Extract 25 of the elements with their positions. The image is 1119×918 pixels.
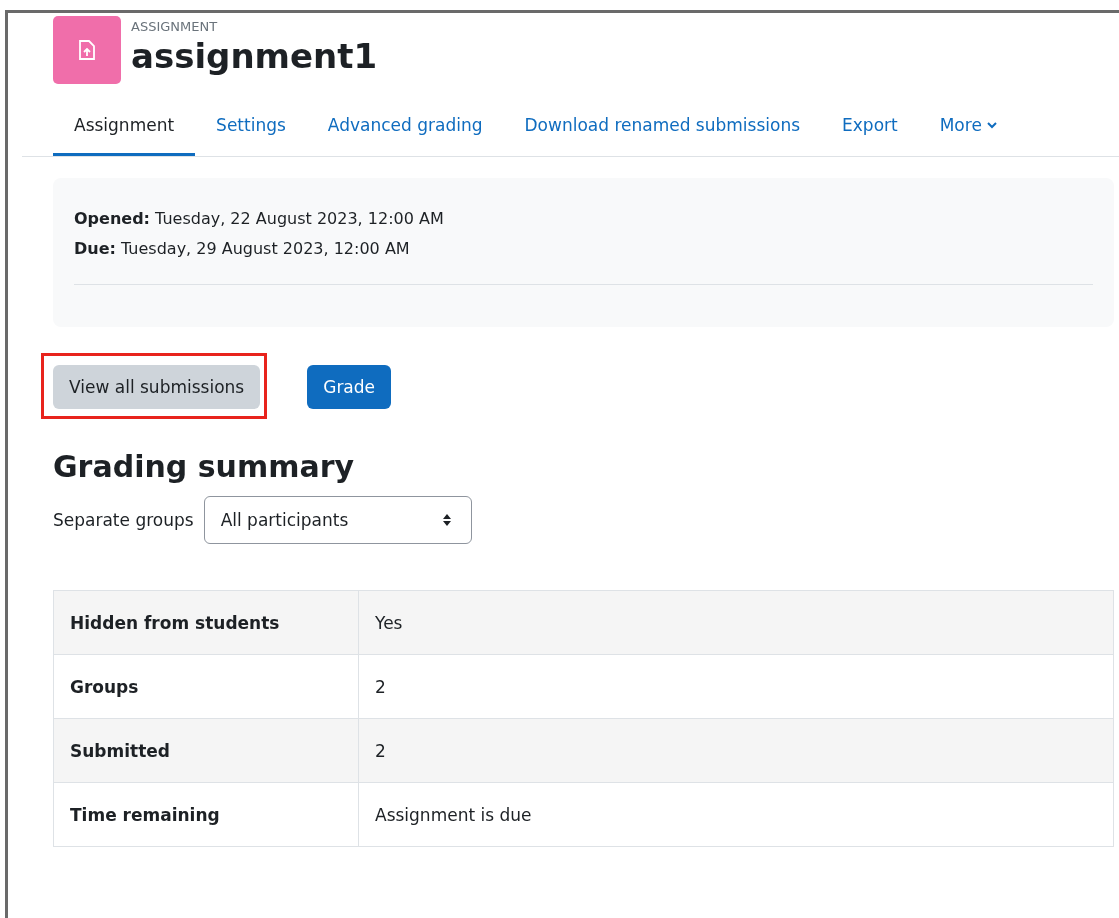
section-heading: Grading summary [53,449,356,484]
page-title: assignment1 [131,36,378,76]
date-line: Due: Tuesday, 29 August 2023, 12:00 AM [74,238,411,260]
grade-button[interactable]: Grade [307,365,392,409]
table-cell: Groups [53,654,359,719]
group-label: Separate groups [53,510,194,530]
table-cell: 2 [358,654,1114,719]
nav-tab[interactable]: Assignment [53,100,196,156]
table-cell: Submitted [53,718,359,783]
nav-tab[interactable]: Advanced grading [306,100,504,156]
sort-caret-icon [442,514,451,526]
group-select[interactable]: All participants [203,496,472,544]
nav-tab[interactable]: Export [821,100,919,156]
table-cell: Time remaining [53,782,359,847]
table-cell: Hidden from students [53,590,359,655]
table-cell: 2 [358,718,1114,783]
nav-tab[interactable]: Settings [195,100,307,156]
nav-tab[interactable]: Download renamed submissions [503,100,822,156]
assignment-icon [53,16,121,84]
date-line: Opened: Tuesday, 22 August 2023, 12:00 AM [74,208,445,230]
view-submissions-button[interactable]: View all submissions [53,365,261,409]
activity-type-label: ASSIGNMENT [131,19,219,34]
nav-tab[interactable]: More [918,100,1018,156]
table-cell: Yes [358,590,1114,655]
table-cell: Assignment is due [358,782,1114,847]
